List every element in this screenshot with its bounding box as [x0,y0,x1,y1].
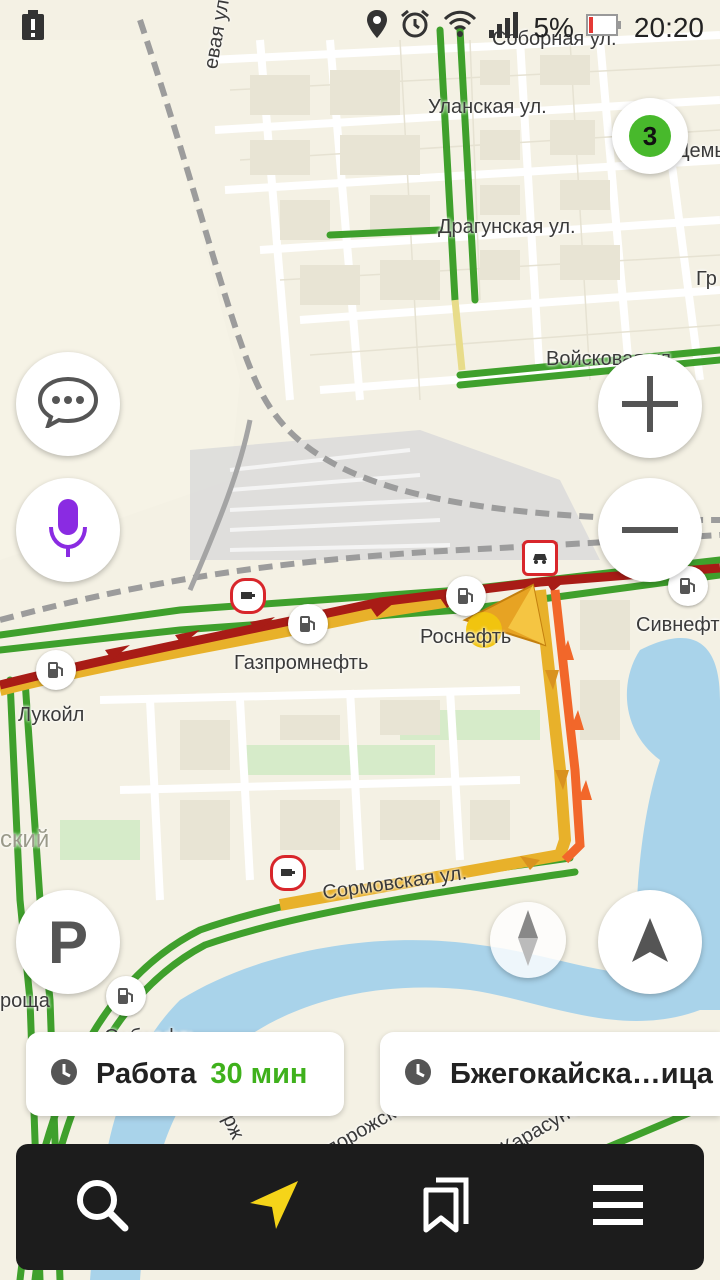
location-icon [367,10,388,45]
bookmark-label: Работа [96,1057,197,1090]
parking-icon: P [47,908,89,976]
street-label: Драгунская ул. [438,216,576,238]
chat-bubble-icon [37,376,99,433]
district-label: ский [0,826,50,853]
poi-label: Роснефть [420,626,512,648]
search-icon [75,1178,129,1237]
clock-icon [50,1058,78,1091]
poi-label: Лукойл [18,704,85,726]
poi-label: Сивнефть [636,614,720,636]
battery-percent: 5% [533,11,574,43]
fuel-station-icon[interactable] [288,604,328,644]
speed-camera-icon[interactable] [270,855,306,891]
traffic-level-value: 3 [629,115,671,157]
minus-icon [620,521,680,539]
battery-warning-icon [22,10,44,47]
fuel-station-icon[interactable] [106,976,146,1016]
navigator-button[interactable] [224,1157,324,1257]
bookmark-eta: 30 мин [210,1057,308,1090]
bookmarks-icon [422,1176,470,1239]
speed-camera-icon[interactable] [230,578,266,614]
battery-low-icon [585,12,622,43]
road-event-icon[interactable] [522,540,558,576]
fuel-station-icon[interactable] [36,650,76,690]
bookmark-label: Бжегокайска…ица [450,1057,713,1090]
bookmark-destination[interactable]: Бжегокайска…ица [380,1032,720,1116]
my-location-button[interactable] [598,890,702,994]
compass-button[interactable] [490,902,566,978]
navigation-arrow-icon [246,1177,302,1238]
road-events-chat-button[interactable] [16,352,120,456]
navigation-arrow-icon [630,916,670,969]
menu-button[interactable] [568,1157,668,1257]
fuel-station-icon[interactable] [446,576,486,616]
street-label: Гр [696,268,717,290]
street-label: Уланская ул. [428,96,547,118]
bookmarks-button[interactable] [396,1157,496,1257]
parking-button[interactable]: P [16,890,120,994]
clock-icon [404,1058,432,1091]
wifi-icon [443,10,477,45]
search-button[interactable] [52,1157,152,1257]
plus-icon [620,374,680,439]
bottom-navigation-bar [16,1144,704,1270]
poi-label: Газпромнефть [234,652,369,674]
zoom-in-button[interactable] [598,354,702,458]
signal-icon [489,10,521,45]
microphone-icon [48,497,88,564]
hamburger-menu-icon [593,1183,643,1232]
alarm-icon [399,8,431,47]
status-bar: 5% 20:20 [0,0,720,50]
compass-icon [516,908,540,973]
area-label: роща [0,990,50,1012]
zoom-out-button[interactable] [598,478,702,582]
voice-assistant-button[interactable] [16,478,120,582]
traffic-level-button[interactable]: 3 [612,98,688,174]
clock: 20:20 [633,11,704,43]
bookmark-work[interactable]: Работа 30 мин [26,1032,344,1116]
